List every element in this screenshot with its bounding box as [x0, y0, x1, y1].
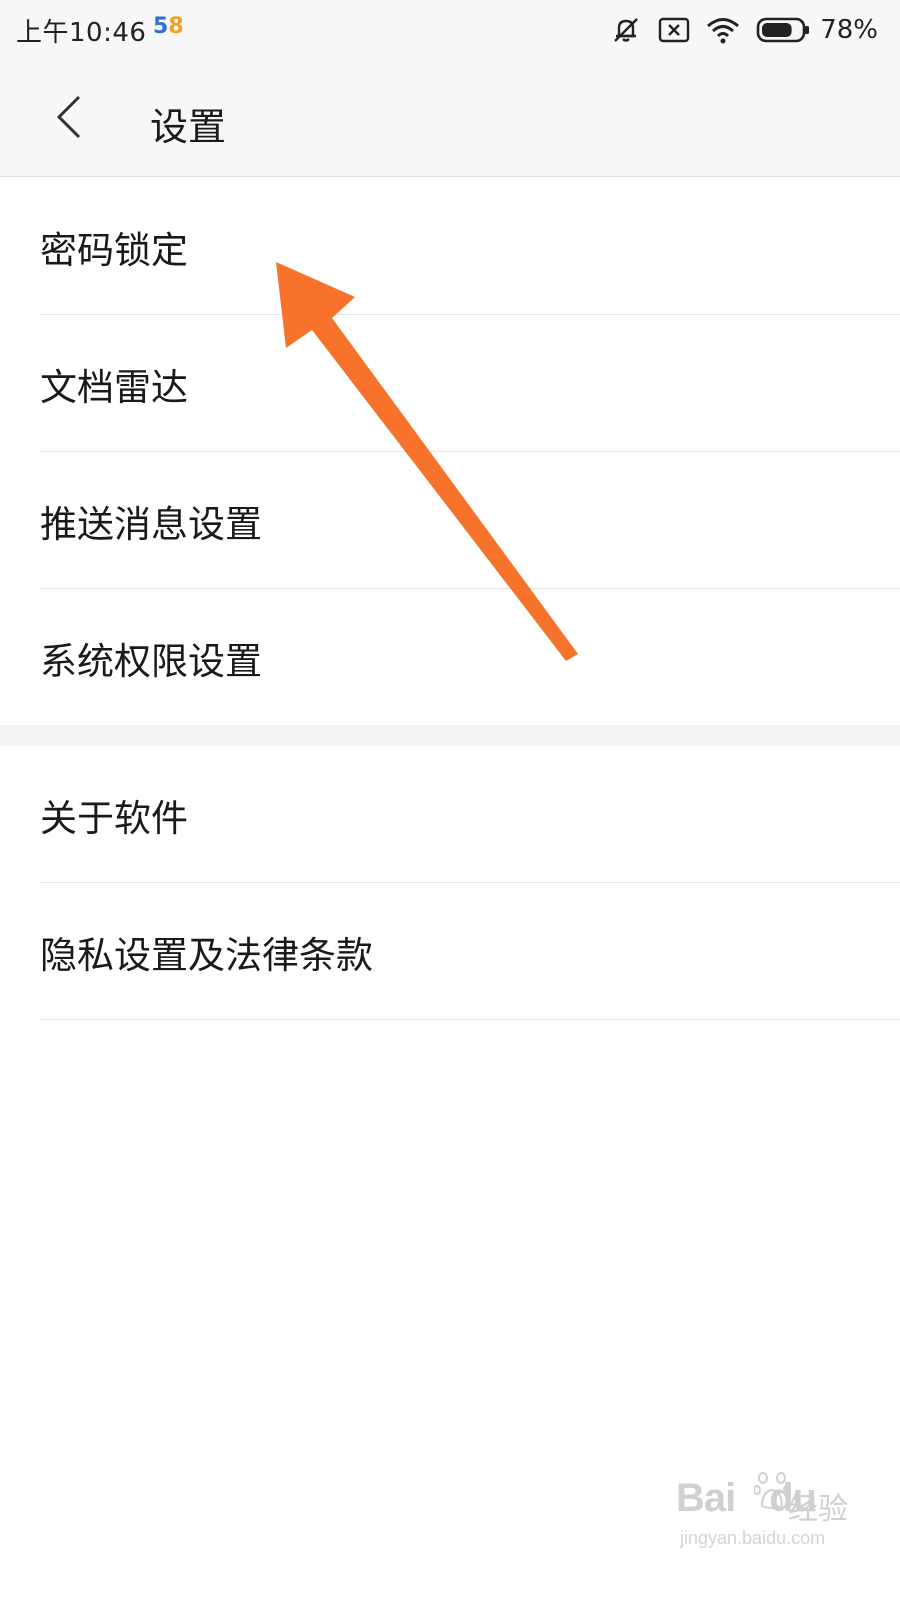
watermark-brand-cn: 经验: [788, 1492, 848, 1527]
battery-icon: [756, 16, 810, 44]
settings-item-label: 推送消息设置: [40, 502, 262, 546]
divider: [40, 1019, 900, 1020]
settings-item-system-permissions[interactable]: 系统权限设置: [0, 589, 900, 726]
settings-item-push-notifications[interactable]: 推送消息设置: [0, 452, 900, 589]
settings-item-label: 关于软件: [40, 796, 188, 840]
status-icons: 78%: [610, 10, 878, 50]
page-title: 设置: [150, 105, 227, 149]
settings-group-1: 密码锁定 文档雷达 推送消息设置 系统权限设置: [0, 178, 900, 725]
nav-bar: 设置: [0, 62, 900, 177]
status-bar: 上午10:46 58 78%: [0, 0, 900, 62]
baidu-jingyan-watermark: Bai du 经验 jingyan.baidu.com: [676, 1468, 876, 1558]
back-button[interactable]: [34, 84, 104, 154]
settings-item-label: 系统权限设置: [40, 639, 262, 683]
battery-percent: 78%: [820, 15, 878, 45]
settings-group-2: 关于软件 隐私设置及法律条款: [0, 746, 900, 1020]
sim-off-icon: [658, 16, 690, 44]
mute-icon: [610, 14, 642, 46]
settings-item-label: 隐私设置及法律条款: [40, 933, 373, 977]
settings-item-about[interactable]: 关于软件: [0, 746, 900, 883]
watermark-url: jingyan.baidu.com: [680, 1528, 826, 1548]
settings-item-label: 文档雷达: [40, 365, 188, 409]
settings-item-label: 密码锁定: [40, 228, 188, 272]
settings-item-password-lock[interactable]: 密码锁定: [0, 178, 900, 315]
section-separator: [0, 725, 900, 746]
settings-item-document-radar[interactable]: 文档雷达: [0, 315, 900, 452]
chevron-left-icon: [51, 93, 87, 145]
paw-icon: [753, 1468, 791, 1516]
app-badge-icon: 58: [153, 14, 184, 39]
wifi-icon: [706, 16, 740, 44]
status-time: 上午10:46: [16, 18, 147, 48]
settings-item-privacy-legal[interactable]: 隐私设置及法律条款: [0, 883, 900, 1020]
